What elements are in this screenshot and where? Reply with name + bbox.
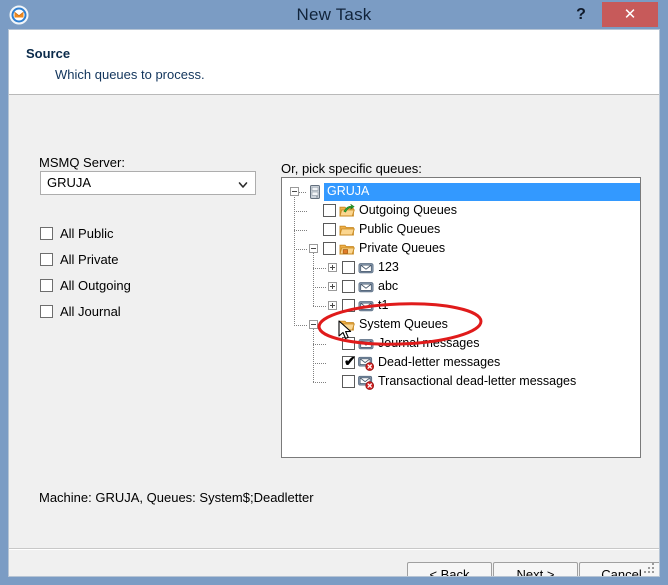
next-button[interactable]: Next > (493, 562, 578, 576)
tree-view-label: Or, pick specific queues: (281, 161, 422, 176)
tree-node-checkbox[interactable] (323, 223, 336, 236)
tree-node-label: 123 (378, 260, 399, 274)
help-button[interactable]: ? (567, 0, 595, 29)
tree-node-label: Outgoing Queues (359, 203, 457, 217)
tree-node-checkbox[interactable]: ✔ (342, 354, 356, 369)
queue-tree-view[interactable]: GRUJA Outgoing Queues Public Queues Private… (281, 177, 641, 458)
title-bar: New Task ? ✕ (0, 0, 668, 29)
envelope-error-icon (358, 374, 374, 390)
checkbox-label: All Outgoing (60, 278, 131, 293)
tree-node-label: Transactional dead-letter messages (378, 374, 577, 388)
checkbox-box[interactable] (40, 227, 53, 240)
tree-node[interactable]: Public Queues (282, 221, 640, 239)
msmq-server-combobox[interactable]: GRUJA (40, 171, 256, 195)
checkbox-box[interactable] (40, 305, 53, 318)
tree-node-checkbox[interactable] (323, 242, 336, 255)
tree-node[interactable]: Outgoing Queues (282, 202, 640, 220)
folder-private-icon (339, 241, 355, 257)
tree-node-label: System Queues (359, 317, 448, 331)
tree-node-label: GRUJA (327, 184, 370, 198)
tree-node[interactable]: abc (282, 278, 640, 296)
tree-node[interactable]: 123 (282, 259, 640, 277)
envelope-icon (358, 260, 374, 276)
checkbox-box[interactable] (40, 279, 53, 292)
new-task-dialog-window: New Task ? ✕ Source Which queues to proc… (0, 0, 668, 585)
tree-node[interactable]: t1 (282, 297, 640, 315)
collapse-icon[interactable] (309, 244, 318, 253)
tree-node-label: t1 (378, 298, 389, 312)
footer-divider-highlight (9, 549, 659, 550)
expand-icon[interactable] (328, 282, 337, 291)
msmq-server-value: GRUJA (47, 175, 92, 190)
chevron-down-icon (237, 178, 249, 190)
tree-node[interactable]: GRUJA (282, 183, 640, 201)
wizard-header: Source Which queues to process. (9, 30, 659, 95)
back-button[interactable]: < Back (407, 562, 492, 576)
expand-icon[interactable] (328, 263, 337, 272)
tree-node-checkbox[interactable] (342, 280, 355, 293)
msmq-server-label: MSMQ Server: (39, 155, 125, 170)
server-icon (307, 184, 323, 200)
tree-node-checkbox[interactable] (342, 299, 355, 312)
folder-outgoing-icon (339, 203, 355, 219)
tree-node-label: Journal messages (378, 336, 480, 350)
tree-node-selection (324, 183, 640, 201)
tree-node[interactable]: Transactional dead-letter messages (282, 373, 640, 391)
page-title: Source (26, 46, 71, 61)
dialog-client-area: Source Which queues to process. MSMQ Ser… (8, 29, 660, 577)
tree-node-checkbox[interactable] (342, 375, 355, 388)
tree-node[interactable]: System Queues (282, 316, 640, 334)
collapse-icon[interactable] (290, 187, 299, 196)
tree-node-label: Public Queues (359, 222, 441, 236)
envelope-icon (358, 298, 374, 314)
tree-node-label: abc (378, 279, 399, 293)
tree-node[interactable]: Journal messages (282, 335, 640, 353)
tree-node-checkbox[interactable] (323, 204, 336, 217)
envelope-icon (358, 336, 374, 352)
tree-node-label: Dead-letter messages (378, 355, 501, 369)
tree-node-checkbox[interactable] (342, 261, 355, 274)
page-subtitle: Which queues to process. (55, 67, 205, 82)
collapse-icon[interactable] (309, 320, 318, 329)
envelope-icon (358, 279, 374, 295)
folder-icon (339, 222, 355, 238)
resize-grip[interactable] (644, 561, 656, 573)
checkbox-label: All Private (60, 252, 119, 267)
expand-icon[interactable] (328, 301, 337, 310)
arrow-cursor (338, 320, 354, 342)
checkbox-box[interactable] (40, 253, 53, 266)
envelope-error-icon (358, 355, 374, 371)
tree-node[interactable]: Private Queues (282, 240, 640, 258)
checkbox-label: All Journal (60, 304, 121, 319)
status-text: Machine: GRUJA, Queues: System$;Deadlett… (39, 490, 314, 505)
tree-node[interactable]: ✔ Dead-letter messages (282, 354, 640, 372)
checkbox-label: All Public (60, 226, 114, 241)
close-button[interactable]: ✕ (602, 2, 658, 27)
tree-node-label: Private Queues (359, 241, 446, 255)
